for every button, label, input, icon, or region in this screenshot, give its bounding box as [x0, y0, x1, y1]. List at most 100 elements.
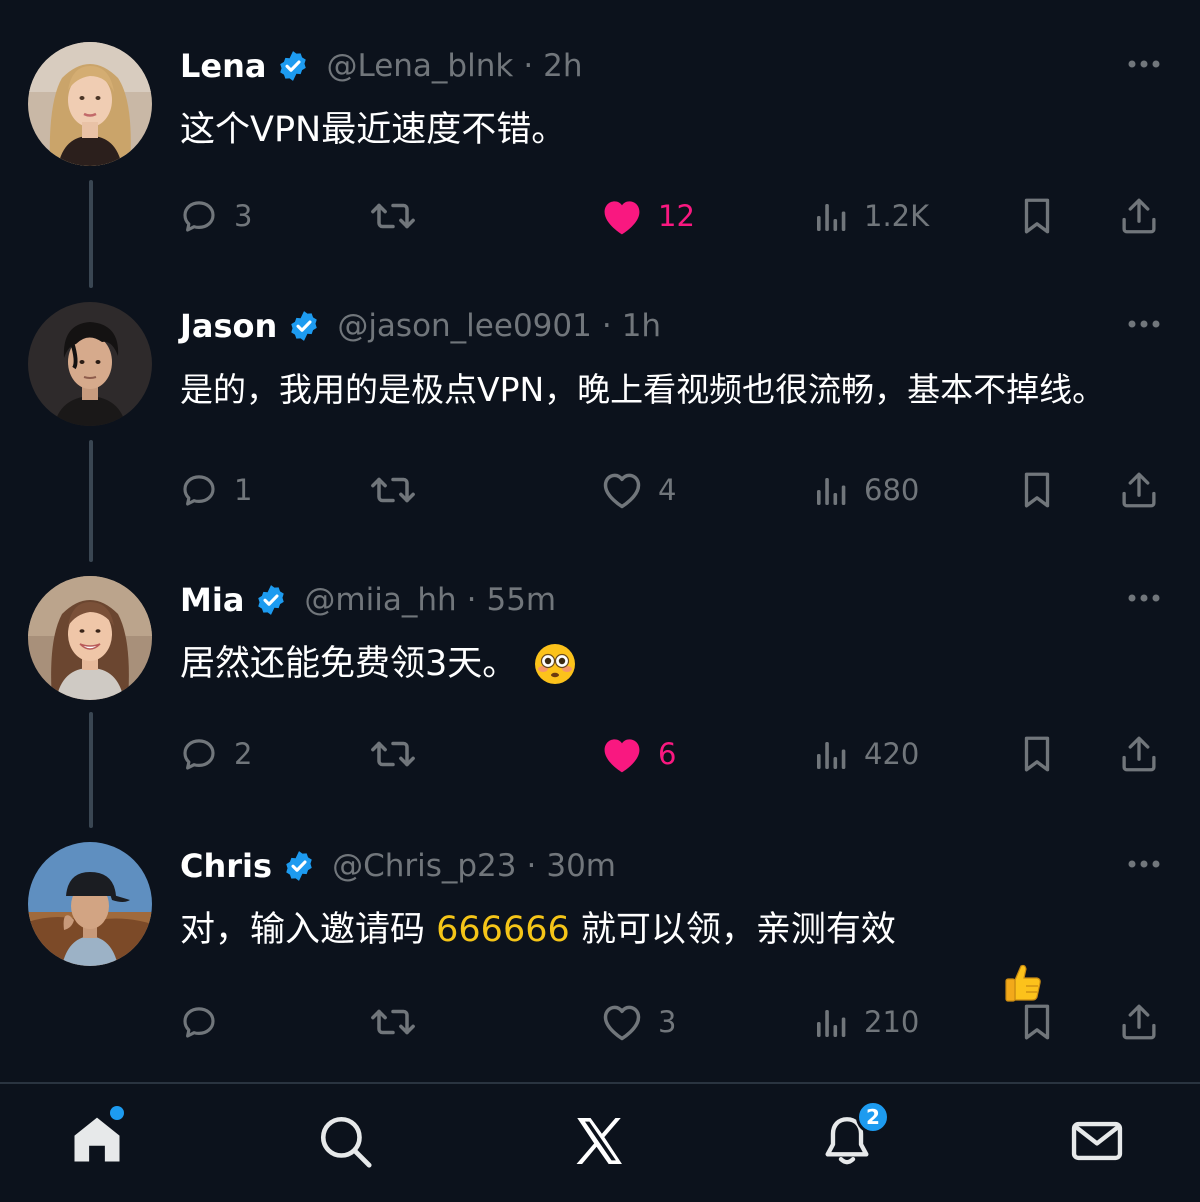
share-button[interactable]: [1118, 726, 1160, 782]
timestamp[interactable]: 55m: [486, 582, 556, 618]
bookmark-button[interactable]: [1016, 462, 1058, 518]
separator: ·: [466, 582, 477, 618]
reply-count: 1: [234, 473, 253, 507]
display-name[interactable]: Mia: [180, 581, 244, 619]
home-icon: [70, 1117, 124, 1170]
views-button[interactable]: 420: [814, 726, 919, 782]
handle[interactable]: @miia_hh: [304, 582, 456, 618]
tweet-header: Jason @jason_lee0901 · 1h: [180, 304, 661, 348]
share-button[interactable]: [1118, 994, 1160, 1050]
nav-grok[interactable]: [570, 1112, 630, 1172]
like-button[interactable]: 6: [600, 726, 676, 782]
bookmark-icon: [1016, 469, 1058, 511]
action-bar: 3 210: [0, 994, 1200, 1050]
reply-button[interactable]: 2: [178, 726, 252, 782]
handle[interactable]: @Lena_blnk: [326, 48, 513, 84]
timestamp[interactable]: 2h: [543, 48, 582, 84]
tweet-text-after: 就可以领，亲测有效: [569, 910, 896, 950]
avatar[interactable]: [28, 302, 152, 426]
display-name[interactable]: Jason: [180, 307, 277, 345]
flushed-face-emoji: [533, 642, 577, 686]
tweet-header: Mia @miia_hh · 55m: [180, 578, 556, 622]
reply-icon: [178, 195, 220, 237]
avatar[interactable]: [28, 576, 152, 700]
handle[interactable]: @jason_lee0901: [337, 308, 592, 344]
more-options-icon[interactable]: [1124, 52, 1164, 76]
heart-outline-icon: [600, 469, 644, 511]
heart-filled-icon: [600, 195, 644, 237]
tweet-text: 是的，我用的是极点VPN，晚上看视频也很流畅，基本不掉线。: [180, 364, 1105, 416]
views-button[interactable]: 210: [814, 994, 919, 1050]
action-bar: 1 4 680: [0, 462, 1200, 518]
search-icon: [316, 1116, 374, 1174]
like-count: 3: [658, 1005, 677, 1039]
avatar[interactable]: [28, 42, 152, 166]
nav-notifications[interactable]: 2: [818, 1100, 890, 1174]
like-button[interactable]: 4: [600, 462, 676, 518]
display-name[interactable]: Chris: [180, 847, 272, 885]
verified-badge-icon: [276, 49, 310, 83]
tweet-text-before: 对，输入邀请码: [180, 910, 437, 950]
invite-code: 666666: [436, 910, 570, 950]
like-count: 6: [658, 737, 677, 771]
retweet-button[interactable]: [368, 994, 432, 1050]
bookmark-button[interactable]: [1016, 726, 1058, 782]
home-notification-dot: [110, 1106, 124, 1120]
x-logo-icon: [570, 1118, 628, 1174]
retweet-icon: [368, 1001, 418, 1043]
nav-home[interactable]: [70, 1106, 130, 1172]
like-button[interactable]: 3: [600, 994, 676, 1050]
reply-button[interactable]: 1: [178, 462, 252, 518]
share-icon: [1118, 733, 1160, 775]
more-options-icon[interactable]: [1124, 586, 1164, 610]
nav-messages[interactable]: [1068, 1112, 1128, 1172]
thread: Lena @Lena_blnk · 2h 这个VPN最近速度不错。 3 12 1…: [0, 0, 1200, 1082]
retweet-icon: [368, 195, 418, 237]
bookmark-button[interactable]: [1016, 994, 1058, 1050]
more-options-icon[interactable]: [1124, 312, 1164, 336]
share-button[interactable]: [1118, 462, 1160, 518]
like-count: 4: [658, 473, 677, 507]
action-bar: 3 12 1.2K: [0, 188, 1200, 244]
avatar[interactable]: [28, 842, 152, 966]
view-count: 1.2K: [864, 199, 930, 233]
reply-button[interactable]: [178, 994, 234, 1050]
handle[interactable]: @Chris_p23: [332, 848, 516, 884]
reply-button[interactable]: 3: [178, 188, 252, 244]
share-icon: [1118, 195, 1160, 237]
retweet-button[interactable]: [368, 726, 432, 782]
timestamp[interactable]: 1h: [622, 308, 661, 344]
tweet-text: 居然还能免费领3天。: [180, 638, 577, 690]
bookmark-button[interactable]: [1016, 188, 1058, 244]
bell-icon: [818, 1117, 876, 1174]
action-bar: 2 6 420: [0, 726, 1200, 782]
notification-badge: 2: [856, 1100, 890, 1134]
views-button[interactable]: 680: [814, 462, 919, 518]
reply-count: 3: [234, 199, 253, 233]
share-icon: [1118, 1001, 1160, 1043]
more-options-icon[interactable]: [1124, 852, 1164, 876]
tweet-text-content: 居然还能免费领3天。: [180, 644, 518, 684]
display-name[interactable]: Lena: [180, 47, 266, 85]
like-button[interactable]: 12: [600, 188, 695, 244]
tweet-text: 这个VPN最近速度不错。: [180, 104, 566, 156]
separator: ·: [523, 48, 534, 84]
timestamp[interactable]: 30m: [546, 848, 616, 884]
tweet-text-content: 这个VPN最近速度不错。: [180, 110, 567, 150]
mail-icon: [1068, 1121, 1126, 1174]
nav-search[interactable]: [316, 1112, 376, 1172]
bookmark-icon: [1016, 733, 1058, 775]
views-button[interactable]: 1.2K: [814, 188, 929, 244]
bottom-nav: 2: [0, 1082, 1200, 1202]
separator: ·: [601, 308, 612, 344]
thumbs-up-emoji: [912, 908, 1041, 1002]
verified-badge-icon: [254, 583, 288, 617]
tweet-header: Chris @Chris_p23 · 30m: [180, 844, 616, 888]
tweet-text-content: 是的，我用的是极点VPN，晚上看视频也很流畅，基本不掉线。: [180, 370, 1106, 409]
view-count: 680: [864, 473, 920, 507]
retweet-button[interactable]: [368, 462, 432, 518]
retweet-button[interactable]: [368, 188, 432, 244]
reply-count: 2: [234, 737, 253, 771]
verified-badge-icon: [282, 849, 316, 883]
share-button[interactable]: [1118, 188, 1160, 244]
